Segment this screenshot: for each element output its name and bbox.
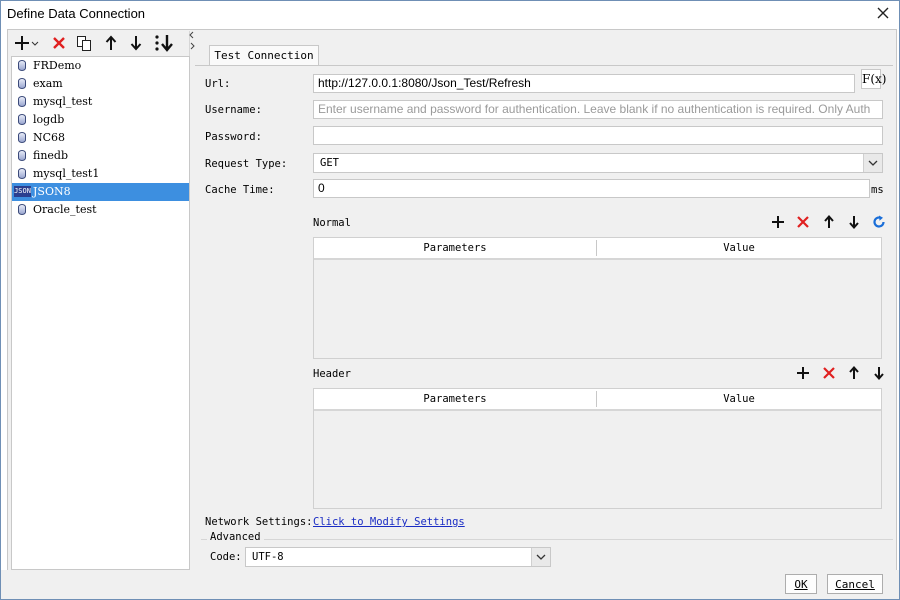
connection-item-label: mysql_test [33, 95, 93, 108]
connection-item-label: NC68 [33, 131, 66, 144]
tab-test-connection[interactable]: Test Connection [209, 45, 319, 65]
modify-network-settings-link[interactable]: Click to Modify Settings [313, 516, 465, 528]
username-input[interactable]: Enter username and password for authenti… [313, 100, 883, 119]
url-input[interactable]: http://127.0.0.1:8080/Json_Test/Refresh [313, 74, 855, 93]
normal-move-up-icon[interactable] [821, 214, 837, 230]
dialog-button-bar: OK Cancel [1, 570, 899, 599]
cache-time-label: Cache Time: [205, 184, 275, 196]
normal-parameters-table: Parameters Value [313, 237, 882, 359]
advanced-group-label: Advanced [207, 531, 264, 543]
database-icon [18, 60, 26, 71]
chevron-down-icon[interactable] [863, 154, 882, 172]
database-icon [18, 96, 26, 107]
connection-item-label: JSON8 [33, 185, 71, 198]
normal-section-title: Normal [313, 217, 351, 229]
connection-item-label: Oracle_test [33, 203, 97, 216]
network-settings-label: Network Settings: [205, 516, 313, 528]
sort-button[interactable] [153, 34, 175, 52]
database-icon [18, 168, 26, 179]
normal-add-icon[interactable] [770, 214, 786, 230]
header-section-title: Header [313, 368, 351, 380]
connection-item-label: mysql_test1 [33, 167, 100, 180]
header-add-icon[interactable] [795, 365, 811, 381]
password-label: Password: [205, 131, 262, 143]
header-move-up-icon[interactable] [846, 365, 862, 381]
connection-item-label: finedb [33, 149, 69, 162]
cache-time-input[interactable]: 0 [313, 179, 870, 198]
code-value: UTF-8 [252, 551, 284, 563]
connection-item-label: exam [33, 77, 63, 90]
cancel-button-label: Cancel [835, 578, 875, 591]
header-col-value[interactable]: Value [597, 389, 881, 409]
header-col-parameters[interactable]: Parameters [314, 389, 596, 409]
code-select[interactable]: UTF-8 [245, 547, 551, 567]
connection-item[interactable]: mysql_test1 [12, 165, 189, 183]
connection-item[interactable]: JSON JSON8 [12, 183, 189, 201]
formula-icon: F(x) [862, 72, 887, 86]
refresh-icon[interactable] [871, 214, 887, 230]
database-icon [18, 204, 26, 215]
normal-delete-icon[interactable] [795, 214, 811, 230]
cancel-button[interactable]: Cancel [827, 574, 883, 594]
move-up-button[interactable] [102, 34, 120, 52]
database-icon [18, 78, 26, 89]
connection-item-label: logdb [33, 113, 65, 126]
header-move-down-icon[interactable] [871, 365, 887, 381]
window-title: Define Data Connection [7, 6, 146, 21]
connection-item[interactable]: Oracle_test [12, 201, 189, 219]
chevron-down-icon[interactable] [531, 548, 550, 566]
connection-item[interactable]: exam [12, 75, 189, 93]
define-data-connection-dialog: Define Data Connection FRDemo exam mysql… [0, 0, 900, 600]
connection-list: FRDemo exam mysql_testlogdb NC68 finedb mysql… [11, 56, 190, 570]
connection-item-label: FRDemo [33, 59, 82, 72]
cache-time-unit: ms [871, 184, 884, 196]
request-type-label: Request Type: [205, 158, 288, 170]
normal-move-down-icon[interactable] [846, 214, 862, 230]
request-type-select[interactable]: GET [313, 153, 883, 173]
title-bar: Define Data Connection [1, 1, 899, 27]
ok-button-label: OK [794, 578, 808, 591]
header-delete-icon[interactable] [821, 365, 837, 381]
normal-col-parameters[interactable]: Parameters [314, 238, 596, 258]
request-type-value: GET [320, 157, 339, 169]
header-table-header: Parameters Value [314, 389, 881, 411]
dialog-content: FRDemo exam mysql_testlogdb NC68 finedb mysql… [7, 29, 897, 571]
formula-button[interactable]: F(x) [861, 69, 886, 89]
json-icon: JSON [14, 186, 31, 197]
connection-item[interactable]: FRDemo [12, 57, 189, 75]
copy-connection-button[interactable] [75, 34, 93, 52]
connection-item[interactable]: NC68 [12, 129, 189, 147]
delete-connection-button[interactable] [50, 34, 68, 52]
connection-list-panel: FRDemo exam mysql_testlogdb NC68 finedb mysql… [9, 31, 190, 570]
username-label: Username: [205, 104, 262, 116]
header-parameters-table: Parameters Value [313, 388, 882, 509]
move-down-button[interactable] [127, 34, 145, 52]
database-icon [18, 150, 26, 161]
normal-table-header: Parameters Value [314, 238, 881, 260]
normal-col-value[interactable]: Value [597, 238, 881, 258]
database-icon [18, 132, 26, 143]
url-label: Url: [205, 78, 231, 90]
ok-button[interactable]: OK [785, 574, 817, 594]
connection-item[interactable]: logdb [12, 111, 189, 129]
connection-settings-panel: Test Connection Url: http://127.0.0.1:80… [195, 31, 893, 569]
connection-item[interactable]: finedb [12, 147, 189, 165]
database-icon [18, 114, 26, 125]
add-connection-button[interactable] [15, 34, 39, 52]
connection-toolbar [9, 31, 189, 55]
connection-item[interactable]: mysql_test [12, 93, 189, 111]
code-label: Code: [210, 551, 242, 563]
close-icon[interactable] [875, 5, 891, 21]
password-input[interactable] [313, 126, 883, 145]
